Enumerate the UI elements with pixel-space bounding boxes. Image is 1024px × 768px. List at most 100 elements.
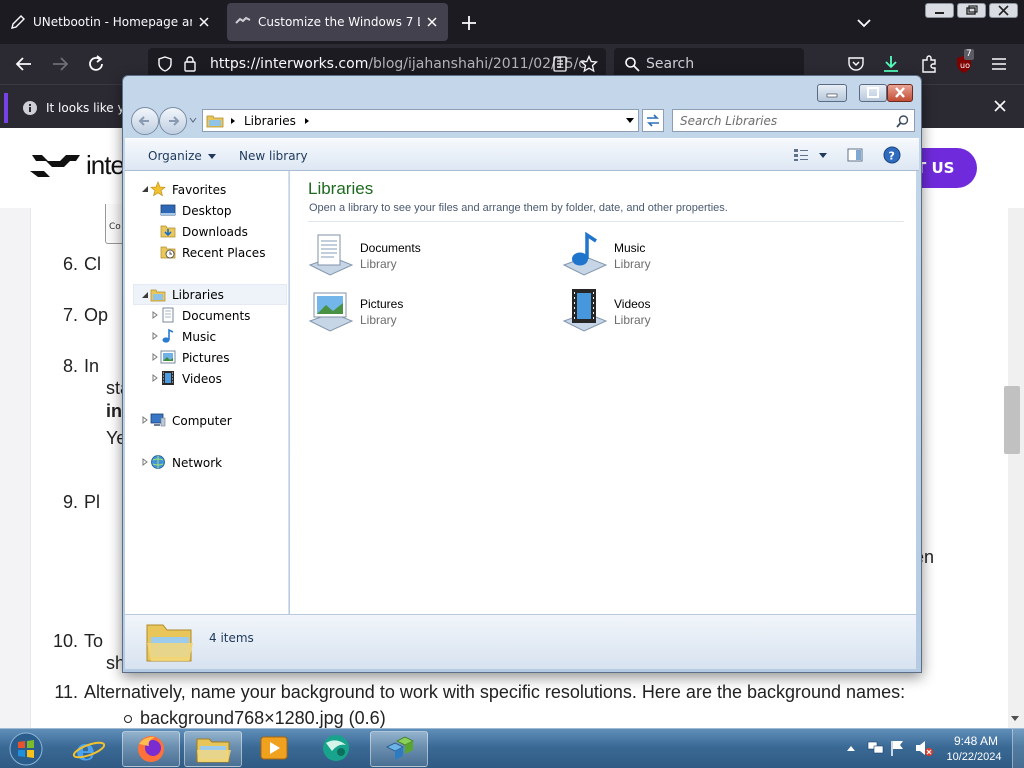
nav-downloads[interactable]: Downloads [125, 221, 289, 242]
nav-documents[interactable]: Documents [125, 305, 289, 326]
info-icon [23, 101, 37, 115]
explorer-maximize-button[interactable] [859, 84, 887, 102]
action-center-flag-icon[interactable] [889, 739, 905, 757]
nav-recent-places[interactable]: Recent Places [125, 242, 289, 263]
downloads-arrow-icon[interactable] [882, 54, 900, 74]
organize-button[interactable]: Organize [148, 149, 216, 163]
close-tab-icon[interactable] [424, 14, 440, 30]
nav-videos[interactable]: Videos [125, 368, 289, 389]
close-notification-icon[interactable] [992, 98, 1008, 114]
page-title: Libraries [308, 179, 374, 198]
tab-customize-windows-7[interactable]: Customize the Windows 7 Logi [227, 3, 448, 41]
libraries-folder-icon [150, 289, 166, 302]
clock-date[interactable]: 10/22/2024 [942, 751, 1006, 763]
taskbar-internet-explorer[interactable]: e [60, 731, 118, 767]
show-desktop-button[interactable] [1012, 729, 1024, 768]
help-icon[interactable]: ? [883, 146, 901, 164]
nav-computer[interactable]: Computer [125, 410, 289, 431]
reader-view-icon[interactable] [552, 56, 568, 72]
lock-icon[interactable] [182, 55, 198, 72]
downloads-folder-icon [160, 225, 176, 238]
explorer-minimize-button[interactable] [817, 84, 847, 102]
svg-text:uo: uo [960, 61, 970, 70]
hamburger-menu-icon[interactable] [990, 56, 1008, 72]
bullet-circle-icon [124, 715, 132, 724]
explorer-address-bar[interactable]: Libraries [202, 109, 639, 132]
taskbar-firefox[interactable] [122, 731, 180, 767]
logo-text: inte [86, 150, 125, 180]
collapsed-triangle-icon[interactable] [151, 311, 159, 319]
site-logo[interactable]: inte [30, 150, 125, 181]
new-library-button[interactable]: New library [239, 149, 308, 163]
scroll-down-arrow-icon[interactable] [1009, 714, 1021, 724]
view-options-dropdown-icon[interactable] [819, 153, 827, 158]
browser-close-button[interactable] [989, 3, 1018, 18]
nav-desktop[interactable]: Desktop [125, 200, 289, 221]
ublock-extension-button[interactable]: uo 7 [954, 49, 976, 75]
browser-minimize-button[interactable] [925, 3, 954, 18]
explorer-search-input[interactable]: Search Libraries [672, 109, 915, 132]
browser-restore-button[interactable] [957, 3, 986, 18]
explorer-refresh-button[interactable] [642, 109, 664, 132]
page-side-background [0, 208, 30, 728]
bookmark-star-icon[interactable] [580, 55, 598, 73]
collapsed-triangle-icon[interactable] [141, 416, 149, 424]
taskbar-app-browser[interactable] [308, 731, 366, 767]
nav-music[interactable]: Music [125, 326, 289, 347]
explorer-forward-button[interactable] [159, 107, 187, 135]
search-icon [896, 115, 909, 128]
change-view-icon[interactable] [793, 148, 809, 162]
show-hidden-icons-icon[interactable] [846, 744, 856, 752]
clock-time[interactable]: 9:48 AM [946, 734, 1006, 748]
page-scrollbar-thumb[interactable] [1004, 386, 1020, 454]
explorer-back-button[interactable] [131, 107, 159, 135]
library-music[interactable]: Music Library [560, 231, 800, 283]
explorer-content-pane: Libraries Open a library to see your fil… [290, 171, 916, 614]
back-arrow-icon[interactable] [12, 52, 36, 76]
shield-icon[interactable] [157, 56, 173, 72]
library-videos[interactable]: Videos Library [560, 287, 800, 339]
recent-pages-dropdown-icon[interactable] [189, 117, 197, 123]
volume-muted-icon[interactable] [914, 739, 934, 757]
start-button[interactable] [6, 731, 46, 767]
list-all-tabs-chevron-icon[interactable] [854, 13, 874, 33]
expanded-triangle-icon[interactable] [141, 291, 149, 299]
close-tab-icon[interactable] [196, 14, 212, 30]
explorer-navigation-pane: Favorites Desktop Downloads Recent Place… [125, 171, 289, 614]
new-tab-plus-icon[interactable] [458, 12, 480, 34]
taskbar-windows-explorer[interactable] [184, 731, 242, 767]
collapsed-triangle-icon[interactable] [151, 353, 159, 361]
explorer-details-pane: 4 items [125, 614, 916, 669]
network-tray-icon[interactable] [866, 740, 884, 756]
back-arrow-icon [138, 116, 149, 126]
page-description: Open a library to see your files and arr… [309, 202, 728, 214]
list-item: 11. Alternatively, name your background t… [54, 682, 906, 702]
breadcrumb-chevron-icon[interactable] [304, 117, 310, 125]
nav-pictures[interactable]: Pictures [125, 347, 289, 368]
library-name: Music [614, 241, 646, 255]
nav-favorites[interactable]: Favorites [125, 179, 289, 200]
preview-pane-icon[interactable] [847, 148, 863, 162]
taskbar-app-package[interactable] [370, 731, 428, 767]
tab-unetbootin[interactable]: UNetbootin - Homepage and D [2, 3, 220, 41]
nav-libraries[interactable]: Libraries [133, 284, 287, 305]
breadcrumb-libraries[interactable]: Libraries [244, 114, 296, 128]
collapsed-triangle-icon[interactable] [151, 332, 159, 340]
page-scrollbar[interactable] [1008, 208, 1024, 728]
documents-icon [162, 307, 174, 323]
taskbar-media-player[interactable] [246, 731, 304, 767]
collapsed-triangle-icon[interactable] [141, 458, 149, 466]
forward-arrow-icon[interactable] [48, 52, 72, 76]
library-documents[interactable]: Documents Library [306, 231, 546, 283]
reload-icon[interactable] [84, 52, 108, 76]
extensions-puzzle-icon[interactable] [919, 54, 939, 74]
collapsed-triangle-icon[interactable] [151, 374, 159, 382]
pocket-icon[interactable] [847, 55, 865, 73]
explorer-close-button[interactable] [887, 84, 913, 102]
address-history-dropdown-icon[interactable] [626, 118, 634, 124]
library-pictures[interactable]: Pictures Library [306, 287, 546, 339]
expanded-triangle-icon[interactable] [141, 185, 149, 193]
list-item: 10. To [52, 631, 104, 651]
breadcrumb-chevron-icon[interactable] [230, 117, 236, 125]
nav-network[interactable]: Network [125, 452, 289, 473]
